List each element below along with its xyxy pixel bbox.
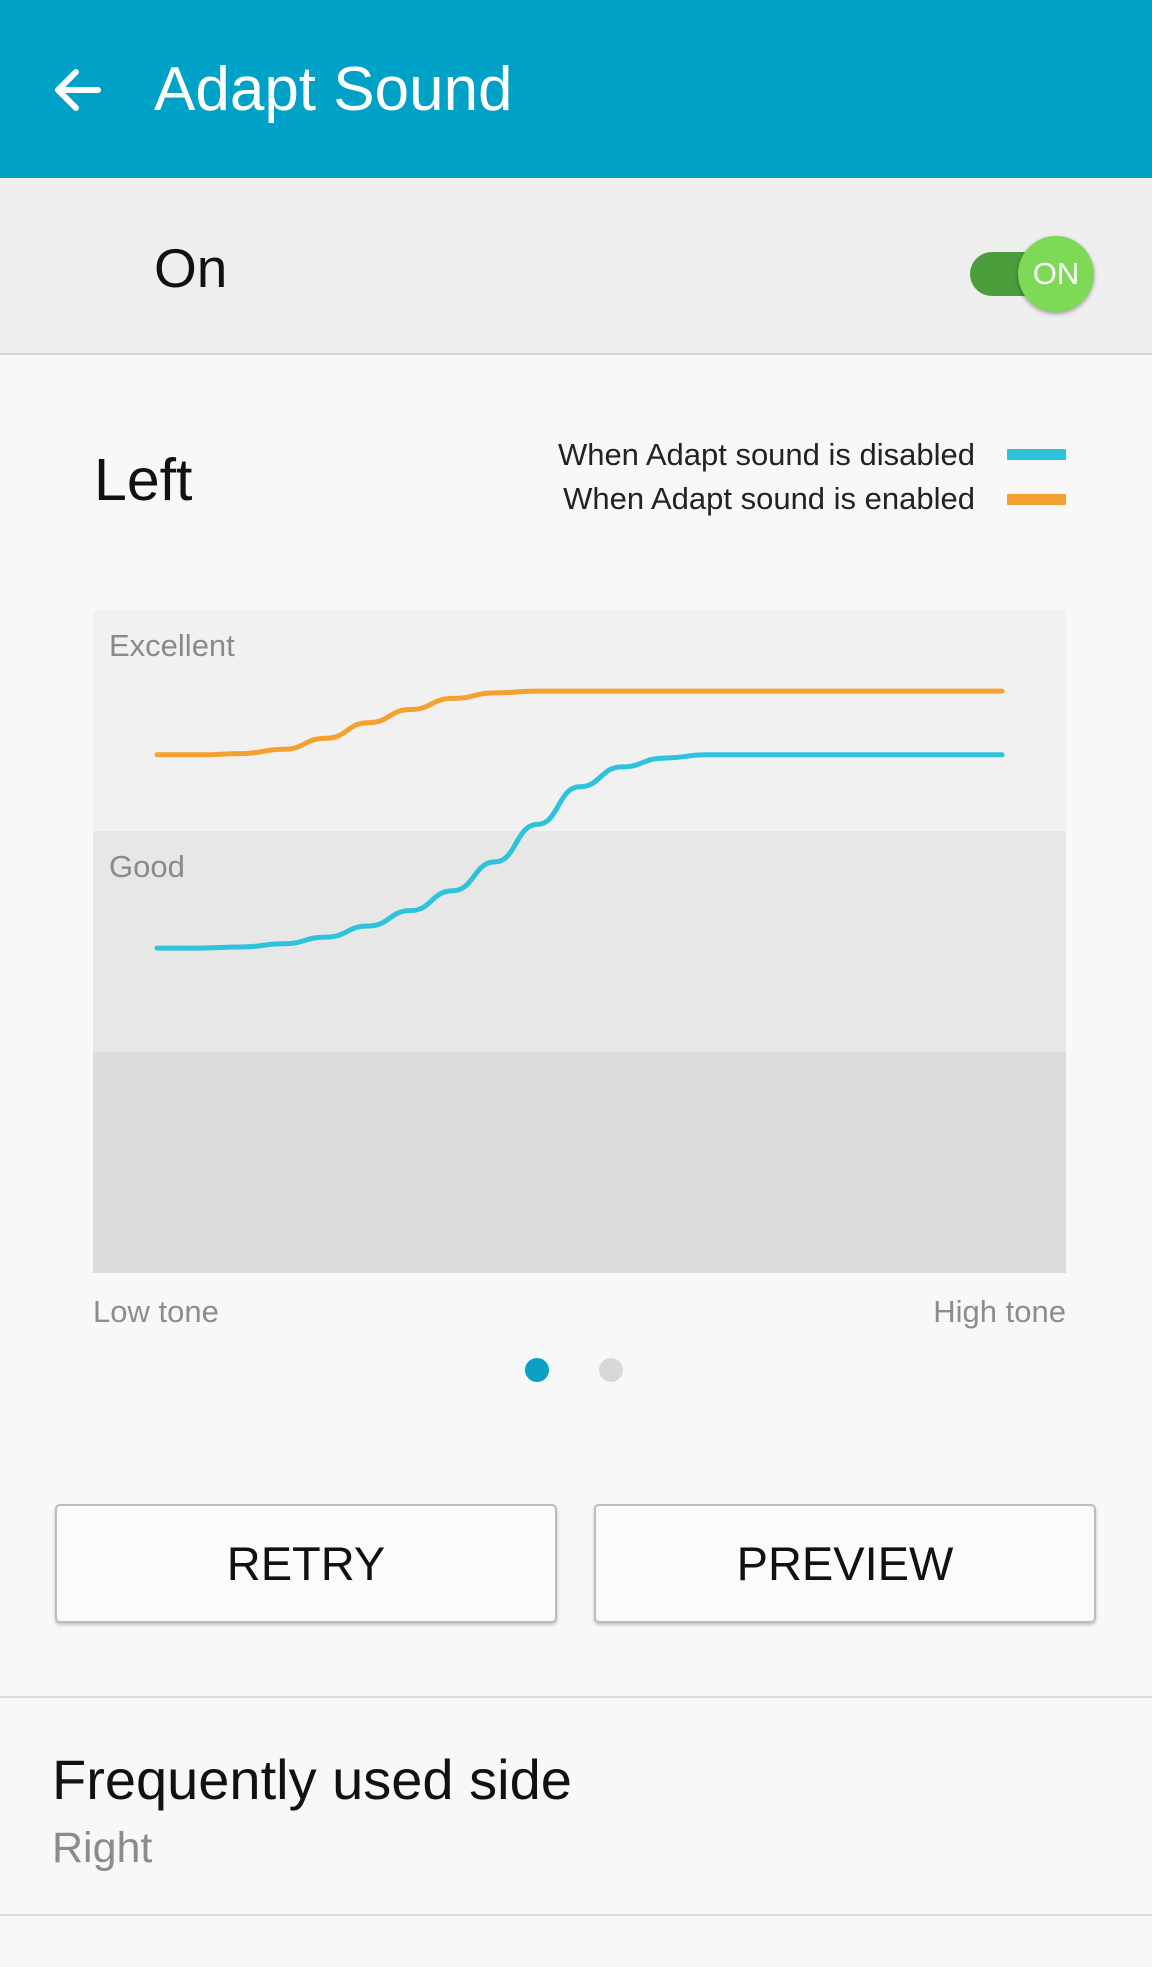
divider xyxy=(0,1914,1152,1916)
arrow-left-icon xyxy=(55,69,101,111)
page-dot-1[interactable] xyxy=(525,1358,549,1382)
back-button[interactable] xyxy=(40,50,112,130)
retry-button[interactable]: RETRY xyxy=(55,1504,557,1623)
chart-band-label: Excellent xyxy=(109,628,235,663)
app-bar: Adapt Sound xyxy=(0,0,1152,178)
page-title: Adapt Sound xyxy=(154,55,513,124)
setting-value: Right xyxy=(52,1824,153,1872)
chart-band xyxy=(93,610,1066,831)
x-axis-start-label: Low tone xyxy=(93,1294,219,1329)
master-toggle[interactable]: ON xyxy=(968,232,1094,312)
legend-label-enabled: When Adapt sound is enabled xyxy=(563,481,975,516)
chart-band xyxy=(93,831,1066,1052)
chart-svg: Excellent Good xyxy=(93,610,1066,1273)
master-switch-label: On xyxy=(154,237,228,299)
setting-title: Frequently used side xyxy=(52,1748,572,1811)
hearing-chart: Excellent Good xyxy=(93,610,1066,1273)
legend-swatch-disabled xyxy=(1007,449,1066,460)
page-dot-2[interactable] xyxy=(599,1358,623,1382)
legend-swatch-enabled xyxy=(1007,494,1066,505)
chart-band-label: Good xyxy=(109,849,185,884)
frequently-used-side-setting[interactable]: Frequently used side Right xyxy=(0,1698,1152,1914)
page-indicator xyxy=(525,1356,627,1384)
toggle-thumb: ON xyxy=(1018,236,1094,312)
ear-side-label: Left xyxy=(94,447,193,513)
preview-button[interactable]: PREVIEW xyxy=(594,1504,1096,1623)
legend-label-disabled: When Adapt sound is disabled xyxy=(557,437,975,472)
x-axis-end-label: High tone xyxy=(933,1294,1066,1329)
chart-band xyxy=(93,1052,1066,1273)
